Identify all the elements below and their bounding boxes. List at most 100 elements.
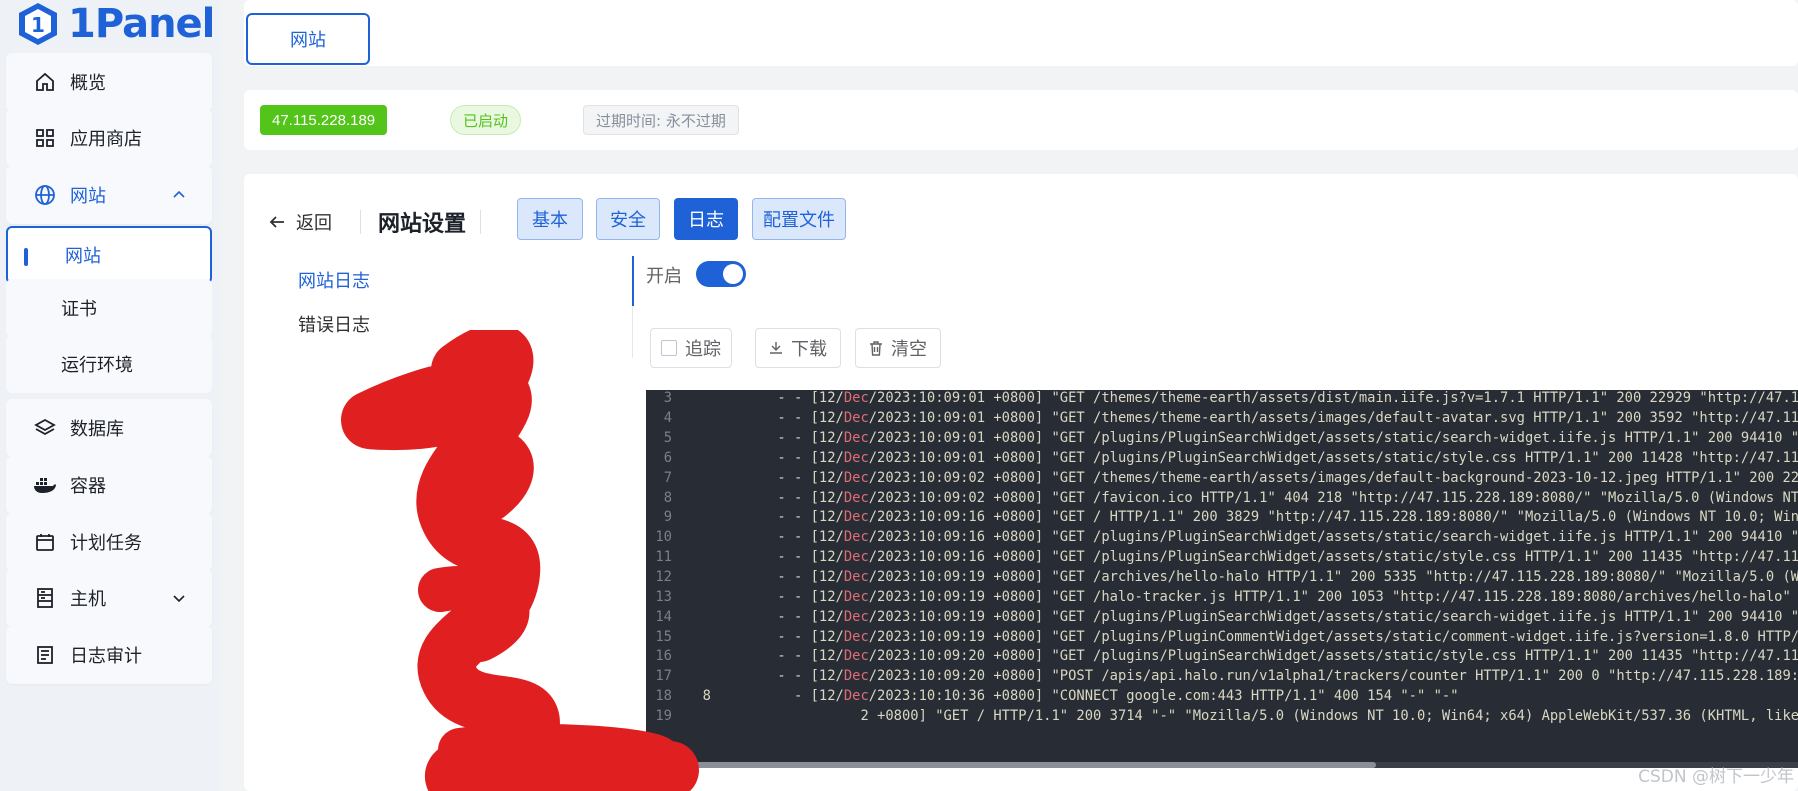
log-month: Dec — [843, 628, 869, 645]
log-prefix: - - [12/ — [686, 628, 844, 645]
line-number: 18 — [655, 688, 672, 705]
tab-security[interactable]: 安全 — [596, 198, 660, 240]
status-badge: 已启动 — [450, 105, 522, 135]
log-month: Dec — [843, 390, 869, 407]
log-text: 2 +0800] "GET / HTTP/1.1" 200 3714 "-" "… — [860, 707, 1798, 724]
sidebar-item-websites[interactable]: 网站 — [6, 166, 212, 224]
sidebar-item-overview[interactable]: 概览 — [6, 53, 212, 111]
log-month: Dec — [843, 608, 869, 625]
trash-icon — [870, 340, 882, 356]
log-text: /2023:10:09:01 +0800] "GET /themes/theme… — [868, 390, 1798, 407]
follow-label: 追踪 — [685, 339, 721, 360]
sidebar: 1 1Panel 概览 应用商店 网站 网站 证书 运行环境 数据库 容器 计划… — [0, 0, 220, 791]
calendar-icon — [32, 529, 58, 555]
active-indicator — [24, 248, 28, 266]
sidebar-item-label: 网站 — [65, 246, 101, 267]
log-prefix: - - [12/ — [686, 588, 844, 605]
tab-log[interactable]: 日志 — [674, 198, 738, 240]
log-prefix: - - [12/ — [686, 390, 844, 407]
log-text: /2023:10:09:20 +0800] "GET /plugins/Plug… — [868, 648, 1798, 665]
sidebar-subitem-website[interactable]: 网站 — [6, 226, 212, 284]
line-number: 11 — [655, 549, 672, 566]
log-text: /2023:10:09:02 +0800] "GET /favicon.ico … — [868, 489, 1798, 506]
log-month: Dec — [843, 529, 869, 546]
sidebar-item-label: 数据库 — [70, 419, 124, 440]
log-icon — [32, 642, 58, 668]
sidebar-item-database[interactable]: 数据库 — [6, 399, 212, 457]
log-text: /2023:10:09:19 +0800] "GET /halo-tracker… — [868, 588, 1791, 605]
sidebar-item-label: 证书 — [61, 299, 97, 320]
line-number: 15 — [655, 628, 672, 645]
chevron-down-icon[interactable] — [172, 591, 186, 605]
brand-name: 1Panel — [68, 1, 215, 47]
arrow-left-icon — [269, 216, 284, 228]
sidebar-item-label: 网站 — [70, 186, 106, 207]
log-enable-switch[interactable] — [696, 261, 746, 287]
log-prefix: - - [12/ — [686, 430, 844, 447]
page-title: 网站设置 — [378, 212, 467, 237]
log-month: Dec — [843, 648, 869, 665]
line-number: 10 — [655, 529, 672, 546]
log-text: /2023:10:09:01 +0800] "GET /themes/theme… — [868, 410, 1798, 427]
log-prefix: - - [12/ — [686, 549, 844, 566]
layers-icon — [32, 415, 58, 441]
1panel-logo-icon: 1 — [19, 3, 57, 45]
tab-basic[interactable]: 基本 — [517, 198, 583, 240]
sidebar-item-label: 主机 — [70, 589, 106, 610]
log-text: /2023:10:09:01 +0800] "GET /plugins/Plug… — [868, 430, 1798, 447]
follow-checkbox-button[interactable]: 追踪 — [650, 328, 732, 368]
sidebar-subitem-runtime[interactable]: 运行环境 — [6, 335, 212, 393]
log-month: Dec — [843, 509, 869, 526]
line-number: 3 — [663, 390, 672, 407]
log-text: /2023:10:09:16 +0800] "GET / HTTP/1.1" 2… — [868, 509, 1798, 526]
expire-date-tag: 过期时间: 永不过期 — [583, 105, 739, 135]
line-number: 5 — [663, 430, 672, 447]
horizontal-scrollbar-thumb[interactable] — [646, 762, 1376, 768]
download-button[interactable]: 下载 — [755, 328, 841, 368]
sidebar-item-label: 计划任务 — [70, 533, 142, 554]
logo[interactable]: 1 1Panel — [16, 0, 215, 48]
sidebar-item-log-audit[interactable]: 日志审计 — [6, 626, 212, 684]
back-label: 返回 — [296, 213, 332, 234]
download-icon — [770, 342, 782, 354]
tab-website[interactable]: 网站 — [246, 13, 370, 65]
log-viewer[interactable]: 3 - - [12/Dec/2023:10:09:01 +0800] "GET … — [646, 390, 1798, 768]
line-number: 12 — [655, 568, 672, 585]
sidebar-item-app-store[interactable]: 应用商店 — [6, 109, 212, 167]
active-menu-indicator — [632, 256, 634, 306]
chevron-up-icon[interactable] — [172, 188, 186, 202]
line-number: 14 — [655, 608, 672, 625]
tab-config-file[interactable]: 配置文件 — [752, 198, 846, 240]
home-icon — [32, 69, 58, 95]
log-month: Dec — [843, 588, 869, 605]
menu-divider — [632, 306, 633, 358]
log-line: 19 2 +0800] "GET / HTTP/1.1" 200 3714 "-… — [646, 705, 1798, 728]
download-label: 下载 — [791, 339, 827, 360]
sidebar-item-container[interactable]: 容器 — [6, 456, 212, 514]
sidebar-item-cron[interactable]: 计划任务 — [6, 513, 212, 571]
svg-text:1: 1 — [31, 13, 45, 37]
log-text: /2023:10:09:19 +0800] "GET /archives/hel… — [868, 568, 1798, 585]
log-text: /2023:10:09:16 +0800] "GET /plugins/Plug… — [868, 549, 1798, 566]
sidebar-item-label: 日志审计 — [70, 646, 142, 667]
log-prefix: - - [12/ — [686, 509, 844, 526]
log-text: /2023:10:10:36 +0800] "CONNECT google.co… — [868, 688, 1459, 705]
docker-icon — [32, 472, 58, 498]
globe-icon — [32, 182, 58, 208]
sidebar-subitem-certificate[interactable]: 证书 — [6, 279, 212, 337]
log-prefix: - - [12/ — [686, 529, 844, 546]
clear-button[interactable]: 清空 — [855, 328, 941, 368]
log-text: /2023:10:09:20 +0800] "POST /apis/api.ha… — [868, 668, 1798, 685]
back-button[interactable]: 返回 — [268, 204, 332, 240]
clear-label: 清空 — [891, 339, 927, 360]
log-prefix: - - [12/ — [686, 449, 844, 466]
tab-bar: 网站 — [244, 0, 1798, 66]
checkbox[interactable] — [661, 340, 677, 356]
sidebar-item-host[interactable]: 主机 — [6, 569, 212, 627]
divider — [360, 210, 361, 234]
menu-error-log[interactable]: 错误日志 — [274, 298, 394, 350]
line-number: 13 — [655, 588, 672, 605]
log-prefix: - - [12/ — [686, 469, 844, 486]
log-month: Dec — [843, 489, 869, 506]
log-month: Dec — [843, 430, 869, 447]
